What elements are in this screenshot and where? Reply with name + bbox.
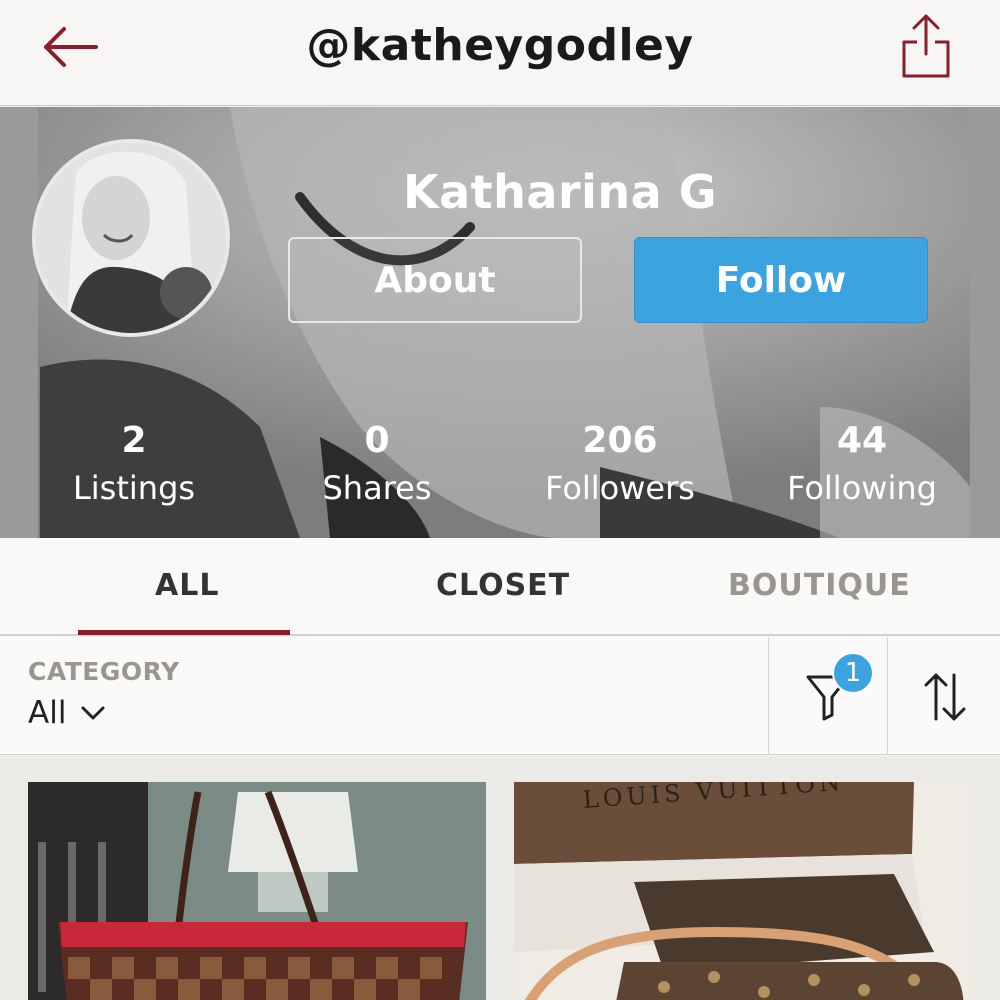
- listing-tile[interactable]: [28, 782, 486, 1000]
- stat-value: 2: [121, 420, 147, 461]
- closet-tabs: ALL CLOSET BOUTIQUE: [0, 538, 1000, 636]
- category-dropdown[interactable]: All: [28, 695, 106, 731]
- stat-followers[interactable]: 206 Followers: [500, 419, 740, 511]
- filter-funnel-icon: [806, 675, 850, 721]
- profile-display-name: Katharina G: [403, 165, 717, 219]
- chevron-down-icon: [81, 706, 105, 720]
- category-value: All: [28, 695, 67, 731]
- stat-value: 206: [582, 420, 658, 461]
- stat-label: Listings: [72, 469, 196, 507]
- about-button[interactable]: About: [288, 237, 582, 323]
- avatar[interactable]: [32, 139, 230, 337]
- stat-shares[interactable]: 0 Shares: [257, 419, 497, 511]
- listing-photo-tote: [28, 782, 486, 1000]
- stat-label: Followers: [545, 469, 695, 507]
- sort-button[interactable]: [888, 637, 1000, 755]
- stat-listings[interactable]: 2 Listings: [14, 419, 254, 511]
- follow-button[interactable]: Follow: [634, 237, 928, 323]
- share-button[interactable]: [898, 10, 954, 82]
- profile-cover: Katharina G About Follow 2 Listings 0 Sh…: [0, 107, 1000, 538]
- filter-button[interactable]: [770, 637, 887, 755]
- avatar-photo: [36, 143, 226, 333]
- listing-tile[interactable]: LOUIS VUITTON: [514, 782, 972, 1000]
- stat-label: Following: [787, 469, 937, 507]
- listing-photo-lv: [514, 782, 972, 1000]
- stat-following[interactable]: 44 Following: [742, 419, 982, 511]
- listing-grid: LOUIS VUITTON: [0, 756, 1000, 1000]
- divider: [768, 637, 769, 755]
- share-icon: [902, 14, 950, 78]
- sort-arrows-icon: [924, 673, 966, 721]
- tab-boutique[interactable]: BOUTIQUE: [728, 568, 911, 603]
- stat-value: 44: [836, 420, 888, 461]
- active-tab-indicator: [78, 630, 290, 635]
- filter-count-badge: 1: [832, 652, 874, 694]
- stat-label: Shares: [322, 469, 432, 507]
- profile-username-title: @katheygodley: [306, 20, 694, 71]
- stat-value: 0: [364, 420, 390, 461]
- top-nav-bar: @katheygodley: [0, 0, 1000, 106]
- category-label: CATEGORY: [28, 657, 180, 686]
- tab-closet[interactable]: CLOSET: [436, 568, 570, 603]
- tab-all[interactable]: ALL: [155, 568, 219, 603]
